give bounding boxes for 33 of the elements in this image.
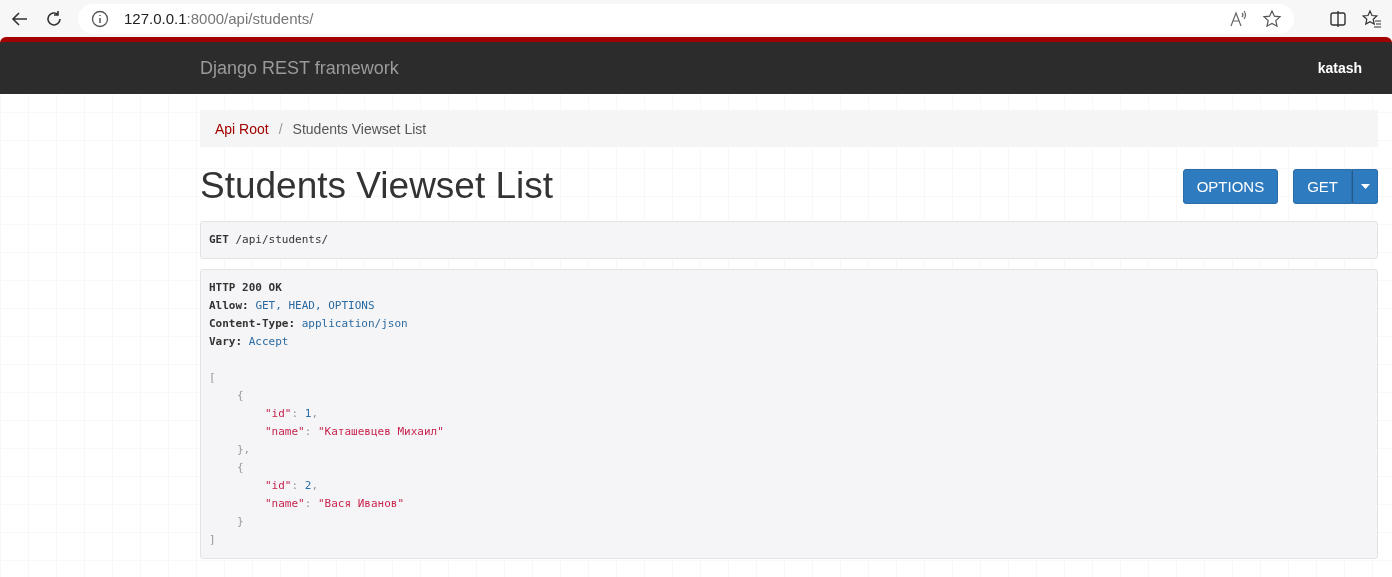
header-line: Allow: GET, HEAD, OPTIONS [209,298,376,314]
caret-icon [1360,183,1370,189]
status-line: HTTP 200 OK [209,280,283,296]
favorites-icon[interactable] [1362,8,1382,29]
get-button[interactable]: GET [1293,168,1352,204]
options-button[interactable]: OPTIONS [1182,168,1279,204]
breadcrumb-separator: / [278,120,283,137]
brand-title[interactable]: Django REST framework [200,57,1318,79]
breadcrumb-link[interactable]: Api Root [215,120,269,137]
reload-icon[interactable] [44,8,64,29]
code-line: { [237,460,245,476]
url-text: 127.0.0.1:8000/api/students/ [124,10,315,27]
code-line: ] [209,532,217,548]
code-line: }, [237,442,252,458]
code-line: "id": 2, [265,478,319,494]
code-line: } [237,514,245,530]
dropdown-button[interactable] [1352,168,1378,204]
header-line: Content-Type: application/json [209,316,409,332]
split-screen-icon[interactable] [1328,8,1348,29]
code-line: "id": 1, [265,406,319,422]
info-icon[interactable] [90,8,110,29]
address-bar[interactable]: 127.0.0.1:8000/api/students/ [78,3,1294,34]
user-name[interactable]: katash [1317,60,1362,76]
code-line: "name": "Каташевцев Михаил" [265,424,445,440]
code-line: "name": "Вася Иванов" [265,496,406,512]
read-aloud-icon[interactable] [1228,8,1248,29]
code-line: [ [209,370,217,386]
star-icon[interactable] [1262,8,1282,29]
request-line: GET /api/students/ [209,232,330,248]
page-title: Students Viewset List [200,165,554,207]
breadcrumb-current: Students Viewset List [292,120,427,137]
code-line: { [237,388,245,404]
header-line: Vary: Accept [209,334,290,350]
